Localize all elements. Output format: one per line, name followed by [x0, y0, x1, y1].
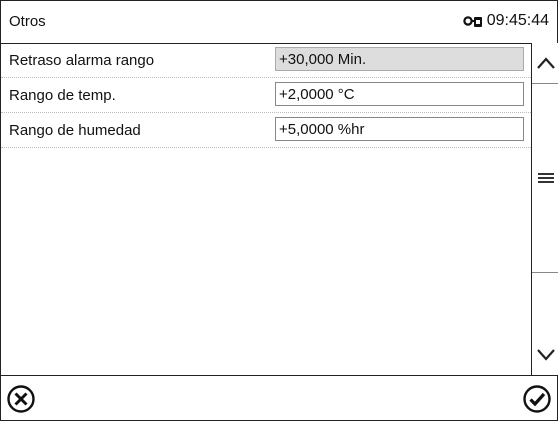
confirm-button[interactable]	[522, 384, 552, 414]
scroll-thumb[interactable]	[532, 83, 558, 273]
scroll-down-button[interactable]	[532, 335, 558, 375]
setting-row-humidity-range: Rango de humedad +5,0000 %hr	[1, 113, 531, 148]
cancel-button[interactable]	[6, 384, 36, 414]
status-clock: 09:45:44	[463, 12, 549, 30]
key-lock-icon	[463, 13, 483, 29]
scrollbar[interactable]	[531, 43, 558, 375]
footer-bar	[1, 375, 557, 421]
scroll-up-button[interactable]	[532, 43, 558, 83]
alarm-delay-value: +30,000 Min.	[275, 47, 524, 71]
cancel-circle-icon	[7, 385, 35, 413]
settings-screen: Otros 09:45:44 Retraso alarma rango +30,…	[0, 0, 558, 421]
setting-row-alarm-delay: Retraso alarma rango +30,000 Min.	[1, 43, 531, 78]
header-bar: Otros 09:45:44	[1, 1, 557, 44]
temp-range-field[interactable]: +2,0000 °C	[275, 82, 524, 106]
page-title: Otros	[9, 13, 46, 30]
setting-label: Rango de temp.	[9, 87, 116, 104]
humidity-range-field[interactable]: +5,0000 %hr	[275, 117, 524, 141]
chevron-down-icon	[536, 349, 555, 361]
confirm-check-circle-icon	[523, 385, 551, 413]
setting-label: Rango de humedad	[9, 122, 141, 139]
clock-time: 09:45:44	[486, 12, 549, 29]
chevron-up-icon	[536, 57, 555, 69]
setting-label: Retraso alarma rango	[9, 52, 155, 69]
setting-row-temp-range: Rango de temp. +2,0000 °C	[1, 78, 531, 113]
menu-lines-icon	[537, 173, 554, 183]
